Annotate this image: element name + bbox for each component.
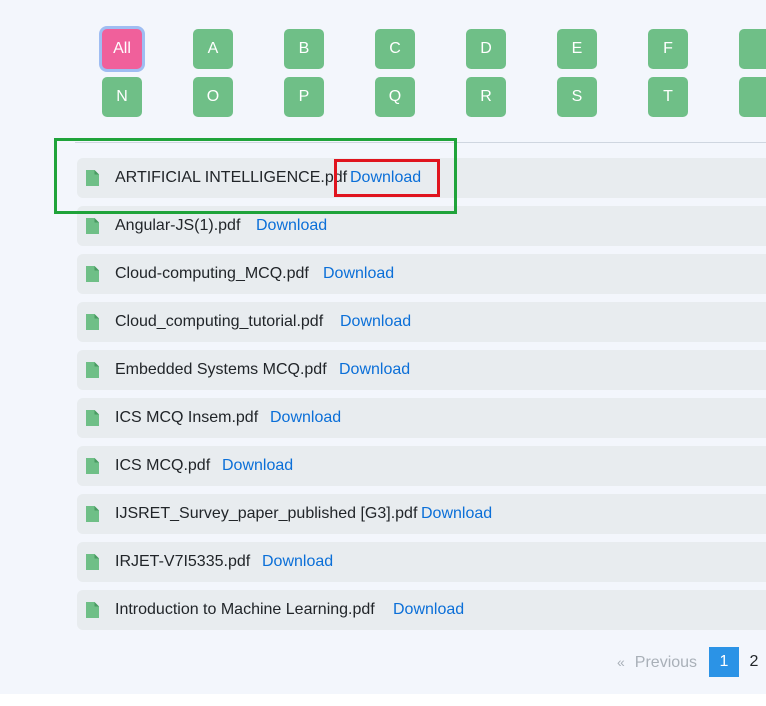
letter-filter-partial[interactable] bbox=[739, 77, 766, 117]
file-row: Embedded Systems MCQ.pdf Download bbox=[77, 350, 766, 390]
letter-filter-q[interactable]: Q bbox=[375, 77, 415, 117]
file-row: Cloud_computing_tutorial.pdf Download bbox=[77, 302, 766, 342]
letter-filter-r[interactable]: R bbox=[466, 77, 506, 117]
letter-filter-c[interactable]: C bbox=[375, 29, 415, 69]
file-name: Cloud-computing_MCQ.pdf bbox=[115, 265, 309, 282]
download-link[interactable]: Download bbox=[339, 350, 410, 390]
download-link[interactable]: Download bbox=[222, 446, 293, 486]
download-link[interactable]: Download bbox=[421, 494, 492, 534]
file-name: Embedded Systems MCQ.pdf bbox=[115, 361, 327, 378]
file-row: Introduction to Machine Learning.pdf Dow… bbox=[77, 590, 766, 630]
download-link[interactable]: Download bbox=[323, 254, 394, 294]
letter-filter-n[interactable]: N bbox=[102, 77, 142, 117]
file-icon bbox=[86, 506, 99, 522]
letter-filter-b[interactable]: B bbox=[284, 29, 324, 69]
previous-page-button[interactable]: « Previous bbox=[617, 651, 697, 673]
file-name: ICS MCQ Insem.pdf bbox=[115, 409, 259, 426]
file-icon bbox=[86, 218, 99, 234]
letter-filter-d[interactable]: D bbox=[466, 29, 506, 69]
chevron-left-icon: « bbox=[617, 654, 625, 670]
page-number[interactable]: 2 bbox=[739, 647, 766, 677]
letter-filter-s[interactable]: S bbox=[557, 77, 597, 117]
file-row: IRJET-V7I5335.pdf Download bbox=[77, 542, 766, 582]
download-link[interactable]: Download bbox=[262, 542, 333, 582]
letter-filter: All A B C D E F N O P Q R S T bbox=[0, 0, 766, 130]
file-icon bbox=[86, 314, 99, 330]
file-name: Cloud_computing_tutorial.pdf bbox=[115, 313, 324, 330]
download-link[interactable]: Download bbox=[340, 302, 411, 342]
file-row: IJSRET_Survey_paper_published [G3].pdf D… bbox=[77, 494, 766, 534]
highlight-box-red bbox=[334, 159, 440, 197]
letter-filter-t[interactable]: T bbox=[648, 77, 688, 117]
letter-filter-f[interactable]: F bbox=[648, 29, 688, 69]
file-name: IJSRET_Survey_paper_published [G3].pdf bbox=[115, 505, 418, 522]
letter-filter-a[interactable]: A bbox=[193, 29, 233, 69]
file-name: ICS MCQ.pdf bbox=[115, 457, 211, 474]
file-name: Introduction to Machine Learning.pdf bbox=[115, 601, 375, 618]
file-icon bbox=[86, 266, 99, 282]
previous-label: Previous bbox=[634, 654, 698, 671]
file-row: ICS MCQ.pdf Download bbox=[77, 446, 766, 486]
file-icon bbox=[86, 362, 99, 378]
file-name: IRJET-V7I5335.pdf bbox=[115, 553, 251, 570]
file-row: Cloud-computing_MCQ.pdf Download bbox=[77, 254, 766, 294]
file-row: ICS MCQ Insem.pdf Download bbox=[77, 398, 766, 438]
letter-filter-p[interactable]: P bbox=[284, 77, 324, 117]
file-icon bbox=[86, 602, 99, 618]
letter-filter-partial[interactable] bbox=[739, 29, 766, 69]
download-link[interactable]: Download bbox=[393, 590, 464, 630]
letter-filter-e[interactable]: E bbox=[557, 29, 597, 69]
download-link[interactable]: Download bbox=[270, 398, 341, 438]
letter-filter-o[interactable]: O bbox=[193, 77, 233, 117]
file-browser-panel: All A B C D E F N O P Q R S T ARTIFICIAL… bbox=[0, 0, 766, 694]
file-icon bbox=[86, 458, 99, 474]
file-icon bbox=[86, 410, 99, 426]
letter-filter-all[interactable]: All bbox=[102, 29, 142, 69]
page-number-current[interactable]: 1 bbox=[709, 647, 739, 677]
file-icon bbox=[86, 554, 99, 570]
